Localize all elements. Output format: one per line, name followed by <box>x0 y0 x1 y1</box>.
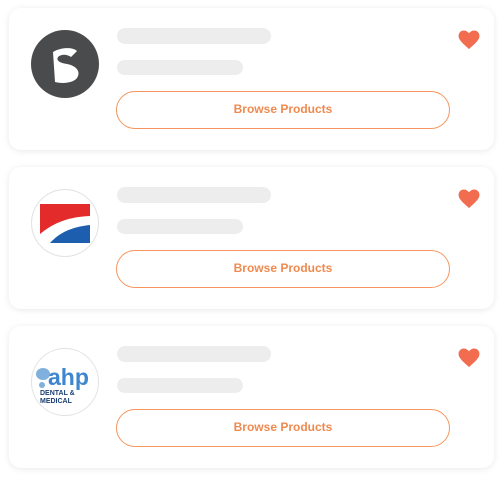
title-placeholder <box>117 187 271 203</box>
sendle-s-logo-icon <box>53 48 79 83</box>
ahp-dental-medical-logo-icon: ahp DENTAL & MEDICAL <box>31 348 99 416</box>
logo-subtext: MEDICAL <box>40 398 73 405</box>
subtitle-placeholder <box>117 60 243 75</box>
supplier-logo: ahp DENTAL & MEDICAL <box>31 348 99 416</box>
supplier-card: Browse Products <box>9 167 494 309</box>
subtitle-placeholder <box>117 378 243 393</box>
supplier-card: Browse Products <box>9 8 494 150</box>
title-placeholder <box>117 346 271 362</box>
supplier-logo <box>31 30 99 98</box>
heart-icon[interactable] <box>458 30 480 50</box>
title-placeholder <box>117 28 271 44</box>
red-white-blue-flag-logo-icon <box>31 189 99 257</box>
heart-icon[interactable] <box>458 348 480 368</box>
supplier-card: ahp DENTAL & MEDICAL Browse Products <box>9 326 494 468</box>
supplier-logo <box>31 189 99 257</box>
browse-products-button[interactable]: Browse Products <box>116 250 450 288</box>
logo-subtext: DENTAL & <box>40 390 75 397</box>
browse-products-button[interactable]: Browse Products <box>116 91 450 129</box>
heart-icon[interactable] <box>458 189 480 209</box>
browse-products-button[interactable]: Browse Products <box>116 409 450 447</box>
subtitle-placeholder <box>117 219 243 234</box>
logo-text: ahp <box>48 364 89 390</box>
